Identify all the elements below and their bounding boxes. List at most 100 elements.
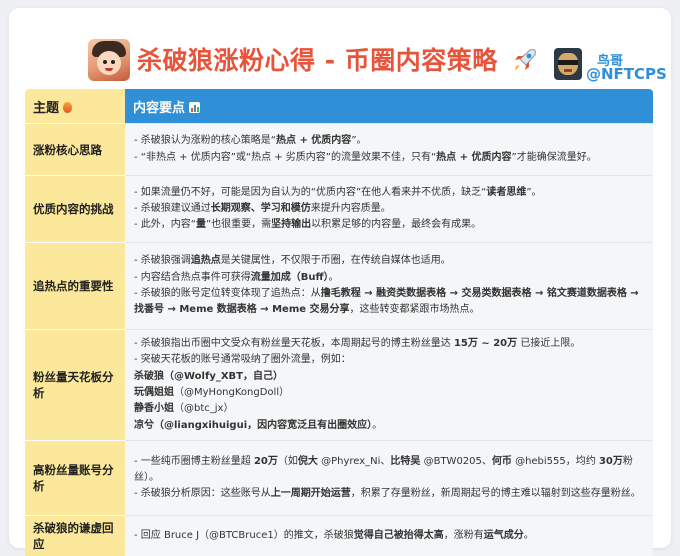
text: 以积累足够的内容量，最终会有成果。 — [311, 219, 481, 230]
text: ，涨粉有 — [444, 530, 484, 541]
text: ”。 — [526, 187, 541, 198]
text: @BTW0205、 — [420, 456, 491, 467]
text: 。 — [524, 530, 534, 541]
text: @Phyrex_Ni、 — [318, 456, 391, 467]
bold-text: 凉兮 — [134, 420, 154, 431]
topic-cell: 高粉丝量账号分析 — [25, 441, 125, 516]
content-cell: - 杀破狼认为涨粉的核心策略是“热点 + 优质内容”。- “非热点 + 优质内容… — [125, 124, 653, 176]
bold-text: 30万 — [599, 456, 623, 467]
bold-text: 上一周期开始运营 — [271, 488, 351, 499]
text: （如 — [278, 456, 298, 467]
fire-icon — [63, 102, 72, 113]
bold-text: 15万 ~ 20万 — [454, 338, 517, 349]
bold-text: 杀破狼 — [134, 371, 164, 382]
content-line: - 内容结合热点事件可获得流量加成（Buff）。 — [134, 270, 644, 286]
text: - 杀破狼的账号定位转变体现了追热点：从 — [134, 288, 321, 299]
text: - 内容结合热点事件可获得 — [134, 272, 251, 283]
author-avatar — [554, 48, 582, 80]
content-line: - 杀破狼建议通过长期观察、学习和模仿来提升内容质量。 — [134, 201, 644, 217]
content-cell: - 一些纯币圈博主粉丝量超 20万（如倪大 @Phyrex_Ni、比特吴 @BT… — [125, 441, 653, 516]
content-line: - 杀破狼认为涨粉的核心策略是“热点 + 优质内容”。 — [134, 133, 644, 149]
bold-text: 读者思维 — [486, 187, 526, 198]
column-header-content: 内容要点 — [125, 89, 653, 124]
author-handle: @NFTCPS — [586, 65, 667, 83]
text: ”才能确保流量好。 — [512, 152, 597, 163]
bar-chart-icon — [189, 102, 200, 113]
text: @hebi555，均约 — [512, 456, 599, 467]
table-row: 粉丝量天花板分析 - 杀破狼指出币圈中文受众有粉丝量天花板，本周期起号的博主粉丝量… — [25, 330, 653, 441]
content-line: - 回应 Bruce J（@BTCBruce1）的推文，杀破狼觉得自己被抬得太高… — [134, 528, 644, 544]
bold-text: 长期观察、学习和模仿 — [211, 203, 311, 214]
topic-cell: 杀破狼的谦虚回应 — [25, 516, 125, 556]
bold-text: 比特吴 — [390, 456, 420, 467]
bold-text: 静香小姐 — [134, 403, 174, 414]
content-line: 凉兮（@liangxihuigui，因内容宽泛且有出圈效应）。 — [134, 418, 644, 434]
bold-text: （@liangxihuigui，因内容宽泛且有出圈效应） — [154, 420, 372, 431]
content-line: - 杀破狼指出币圈中文受众有粉丝量天花板，本周期起号的博主粉丝量达 15万 ~ … — [134, 336, 644, 352]
text: - 杀破狼指出币圈中文受众有粉丝量天花板，本周期起号的博主粉丝量达 — [134, 338, 454, 349]
header: 杀破狼涨粉心得 - 币圈内容策略 鸟哥 @NFTCPS — [9, 8, 671, 92]
content-line: - “非热点 + 优质内容”或“热点 + 劣质内容”的流量效果不佳，只有“热点 … — [134, 150, 644, 166]
bold-text: 热点 + 优质内容 — [436, 152, 511, 163]
content-line: 玩偶姐姐（@MyHongKongDoll） — [134, 385, 644, 401]
text: - “非热点 + 优质内容”或“热点 + 劣质内容”的流量效果不佳，只有“ — [134, 152, 436, 163]
rocket-icon — [509, 46, 539, 76]
text: - 此外，内容“ — [134, 219, 196, 230]
text: - 杀破狼分析原因：这些账号从 — [134, 488, 271, 499]
text: - 一些纯币圈博主粉丝量超 — [134, 456, 254, 467]
table-row: 追热点的重要性- 杀破狼强调追热点是关键属性，不仅限于币圈，在传统自媒体也适用。… — [25, 243, 653, 330]
content-line: - 杀破狼分析原因：这些账号从上一周期开始运营，积累了存量粉丝，新周期起号的博主… — [134, 486, 644, 502]
topic-cell: 追热点的重要性 — [25, 243, 125, 330]
text: - 杀破狼建议通过 — [134, 203, 211, 214]
content-cell: - 回应 Bruce J（@BTCBruce1）的推文，杀破狼觉得自己被抬得太高… — [125, 516, 653, 556]
author-avatar-illustration — [88, 39, 130, 81]
strategy-table: 主题 内容要点 涨粉核心思路- 杀破狼认为涨粉的核心策略是“热点 + 优质内容”… — [25, 89, 653, 556]
table-row: 优质内容的挑战 - 如果流量仍不好，可能是因为自认为的“优质内容”在他人看来并不优… — [25, 176, 653, 243]
text: - 杀破狼强调 — [134, 255, 191, 266]
text: ”。 — [351, 135, 366, 146]
topic-cell: 优质内容的挑战 — [25, 176, 125, 243]
content-line: - 突破天花板的账号通常吸纳了圈外流量，例如： — [134, 352, 644, 368]
text: （@btc_jx） — [174, 403, 233, 414]
bold-text: （@Wolfy_XBT，自己） — [164, 371, 283, 382]
table-row: 涨粉核心思路- 杀破狼认为涨粉的核心策略是“热点 + 优质内容”。- “非热点 … — [25, 124, 653, 176]
text: 已接近上限。 — [517, 338, 580, 349]
content-line: - 此外，内容“量”也很重要，需坚持输出以积累足够的内容量，最终会有成果。 — [134, 217, 644, 233]
content-cell: - 杀破狼强调追热点是关键属性，不仅限于币圈，在传统自媒体也适用。- 内容结合热… — [125, 243, 653, 330]
bold-text: 量 — [196, 219, 206, 230]
content-line: 杀破狼（@Wolfy_XBT，自己） — [134, 369, 644, 385]
text: ，积累了存量粉丝，新周期起号的博主难以辐射到这些存量粉丝。 — [351, 488, 641, 499]
bold-text: 热点 + 优质内容 — [276, 135, 351, 146]
bold-text: 觉得自己被抬得太高 — [354, 530, 444, 541]
text: （@MyHongKongDoll） — [174, 387, 289, 398]
text: 。 — [372, 420, 382, 431]
content-line: 静香小姐（@btc_jx） — [134, 401, 644, 417]
text: ”也很重要，需 — [206, 219, 271, 230]
bold-text: 玩偶姐姐 — [134, 387, 174, 398]
text: - 杀破狼认为涨粉的核心策略是“ — [134, 135, 276, 146]
bold-text: 运气成分 — [484, 530, 524, 541]
content-line: - 杀破狼强调追热点是关键属性，不仅限于币圈，在传统自媒体也适用。 — [134, 253, 644, 269]
content-cell: - 如果流量仍不好，可能是因为自认为的“优质内容”在他人看来并不优质，缺乏“读者… — [125, 176, 653, 243]
bold-text: 流量加成（Buff） — [251, 272, 329, 283]
text: 是关键属性，不仅限于币圈，在传统自媒体也适用。 — [221, 255, 451, 266]
bold-text: 追热点 — [191, 255, 221, 266]
content-card: 杀破狼涨粉心得 - 币圈内容策略 鸟哥 @NFTCPS 主题 内容要点 涨粉核心… — [9, 8, 671, 548]
text: - 突破天花板的账号通常吸纳了圈外流量，例如： — [134, 354, 351, 365]
content-line: - 杀破狼的账号定位转变体现了追热点：从撸毛教程 → 融资类数据表格 → 交易类… — [134, 286, 644, 319]
text: 来提升内容质量。 — [311, 203, 391, 214]
bold-text: 倪大 — [298, 456, 318, 467]
content-line: - 一些纯币圈博主粉丝量超 20万（如倪大 @Phyrex_Ni、比特吴 @BT… — [134, 454, 644, 487]
table-row: 高粉丝量账号分析 - 一些纯币圈博主粉丝量超 20万（如倪大 @Phyrex_Ni… — [25, 441, 653, 516]
bold-text: 何币 — [492, 456, 512, 467]
page-title: 杀破狼涨粉心得 - 币圈内容策略 — [137, 44, 498, 78]
topic-cell: 粉丝量天花板分析 — [25, 330, 125, 441]
content-line: - 如果流量仍不好，可能是因为自认为的“优质内容”在他人看来并不优质，缺乏“读者… — [134, 185, 644, 201]
text: 。 — [329, 272, 339, 283]
bold-text: 坚持输出 — [271, 219, 311, 230]
text: ，这些转变都紧跟市场热点。 — [350, 304, 480, 315]
content-cell: - 杀破狼指出币圈中文受众有粉丝量天花板，本周期起号的博主粉丝量达 15万 ~ … — [125, 330, 653, 441]
bold-text: 20万 — [254, 456, 278, 467]
text: - 如果流量仍不好，可能是因为自认为的“优质内容”在他人看来并不优质，缺乏“ — [134, 187, 486, 198]
text: - 回应 Bruce J（@BTCBruce1）的推文，杀破狼 — [134, 530, 354, 541]
